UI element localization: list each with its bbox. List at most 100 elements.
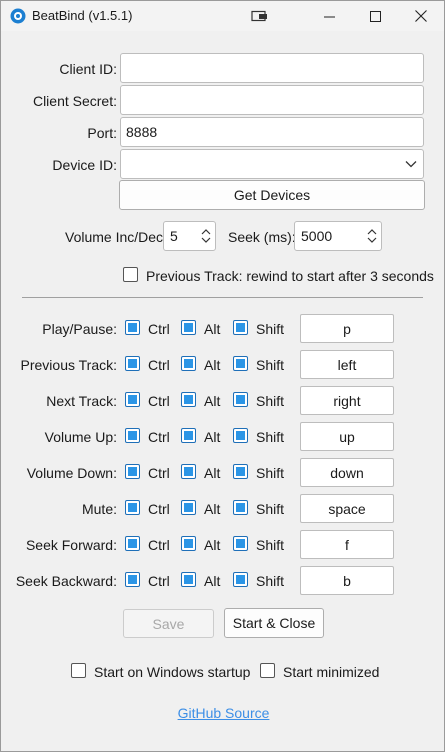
port-input[interactable]	[120, 117, 424, 147]
port-label: Port:	[87, 125, 117, 141]
prev-track-rewind-checkbox[interactable]	[123, 267, 138, 282]
section-divider	[22, 297, 423, 298]
ctrl-checkbox[interactable]	[125, 464, 140, 479]
alt-checkbox[interactable]	[181, 428, 196, 443]
shift-label: Shift	[256, 429, 285, 445]
title-bar: BeatBind (v1.5.1)	[1, 1, 444, 31]
shift-checkbox[interactable]	[233, 320, 248, 335]
ctrl-label: Ctrl	[148, 465, 170, 481]
shift-checkbox[interactable]	[233, 356, 248, 371]
ctrl-label: Ctrl	[148, 537, 170, 553]
start-minimized-checkbox[interactable]	[260, 663, 275, 678]
shift-label: Shift	[256, 393, 285, 409]
hotkey-key-field[interactable]: space	[300, 494, 394, 523]
close-button[interactable]	[398, 1, 444, 31]
close-icon	[415, 10, 427, 22]
window-title: BeatBind (v1.5.1)	[32, 8, 133, 23]
ctrl-checkbox[interactable]	[125, 536, 140, 551]
hotkey-key-field[interactable]: left	[300, 350, 394, 379]
alt-checkbox[interactable]	[181, 320, 196, 335]
hotkey-key-field[interactable]: b	[300, 566, 394, 595]
hotkey-label: Play/Pause:	[42, 321, 117, 337]
client-secret-label: Client Secret:	[32, 93, 117, 109]
shift-label: Shift	[256, 537, 285, 553]
ctrl-label: Ctrl	[148, 573, 170, 589]
start-on-windows-startup-checkbox[interactable]	[71, 663, 86, 678]
shift-label: Shift	[256, 573, 285, 589]
alt-checkbox[interactable]	[181, 572, 196, 587]
seek-spinbox[interactable]: 5000	[294, 221, 382, 251]
chevron-down-icon	[405, 161, 417, 168]
alt-checkbox[interactable]	[181, 500, 196, 515]
alt-label: Alt	[204, 573, 221, 589]
ctrl-checkbox[interactable]	[125, 320, 140, 335]
shift-checkbox[interactable]	[233, 572, 248, 587]
hotkey-key-field[interactable]: p	[300, 314, 394, 343]
ctrl-checkbox[interactable]	[125, 428, 140, 443]
hotkey-label: Volume Up:	[44, 429, 117, 445]
ctrl-label: Ctrl	[148, 429, 170, 445]
hotkey-key-field[interactable]: up	[300, 422, 394, 451]
ctrl-checkbox[interactable]	[125, 572, 140, 587]
alt-checkbox[interactable]	[181, 392, 196, 407]
alt-checkbox[interactable]	[181, 464, 196, 479]
seek-label: Seek (ms):	[228, 229, 296, 245]
start-close-button[interactable]: Start & Close	[224, 608, 324, 638]
ctrl-label: Ctrl	[148, 393, 170, 409]
ctrl-label: Ctrl	[148, 321, 170, 337]
prev-track-rewind-label: Previous Track: rewind to start after 3 …	[146, 268, 434, 284]
start-on-windows-startup-label: Start on Windows startup	[94, 664, 251, 680]
hotkey-label: Seek Backward:	[15, 573, 117, 589]
spin-arrows-icon[interactable]	[201, 228, 211, 244]
app-window: BeatBind (v1.5.1) Client ID: Client Secr…	[0, 0, 445, 752]
ctrl-checkbox[interactable]	[125, 392, 140, 407]
device-id-label: Device ID:	[52, 157, 117, 173]
ctrl-checkbox[interactable]	[125, 356, 140, 371]
hotkey-label: Mute:	[81, 501, 117, 517]
shift-checkbox[interactable]	[233, 392, 248, 407]
shift-checkbox[interactable]	[233, 500, 248, 515]
shift-checkbox[interactable]	[233, 464, 248, 479]
github-source-link[interactable]: GitHub Source	[1, 705, 445, 721]
ctrl-checkbox[interactable]	[125, 500, 140, 515]
client-secret-input[interactable]	[120, 85, 424, 115]
start-minimized-label: Start minimized	[283, 664, 380, 680]
hotkey-label: Previous Track:	[20, 357, 117, 373]
alt-label: Alt	[204, 393, 221, 409]
hotkey-label: Seek Forward:	[25, 537, 117, 553]
minimize-button[interactable]	[306, 1, 352, 31]
alt-label: Alt	[204, 429, 221, 445]
hotkey-key-field[interactable]: f	[300, 530, 394, 559]
shift-label: Shift	[256, 357, 285, 373]
minimize-icon	[323, 16, 335, 17]
ctrl-label: Ctrl	[148, 357, 170, 373]
spin-arrows-icon[interactable]	[367, 228, 377, 244]
shift-label: Shift	[256, 501, 285, 517]
client-id-label: Client ID:	[59, 61, 117, 77]
hotkey-key-field[interactable]: right	[300, 386, 394, 415]
get-devices-button[interactable]: Get Devices	[119, 180, 425, 210]
maximize-icon	[369, 10, 381, 22]
alt-checkbox[interactable]	[181, 536, 196, 551]
alt-label: Alt	[204, 465, 221, 481]
seek-value: 5000	[301, 228, 333, 244]
shift-label: Shift	[256, 465, 285, 481]
hotkey-label: Volume Down:	[26, 465, 117, 481]
device-id-select[interactable]	[120, 149, 424, 179]
alt-checkbox[interactable]	[181, 356, 196, 371]
shift-checkbox[interactable]	[233, 428, 248, 443]
alt-label: Alt	[204, 357, 221, 373]
save-button[interactable]: Save	[123, 609, 214, 638]
shift-checkbox[interactable]	[233, 536, 248, 551]
maximize-button[interactable]	[352, 1, 398, 31]
volume-spinbox[interactable]: 5	[163, 221, 216, 251]
client-id-input[interactable]	[120, 53, 424, 83]
volume-value: 5	[170, 228, 178, 244]
app-logo-icon	[10, 8, 26, 24]
ctrl-label: Ctrl	[148, 501, 170, 517]
volume-label: Volume Inc/Dec:	[65, 229, 167, 245]
pip-icon[interactable]	[251, 10, 269, 22]
hotkey-key-field[interactable]: down	[300, 458, 394, 487]
shift-label: Shift	[256, 321, 285, 337]
hotkey-label: Next Track:	[46, 393, 117, 409]
